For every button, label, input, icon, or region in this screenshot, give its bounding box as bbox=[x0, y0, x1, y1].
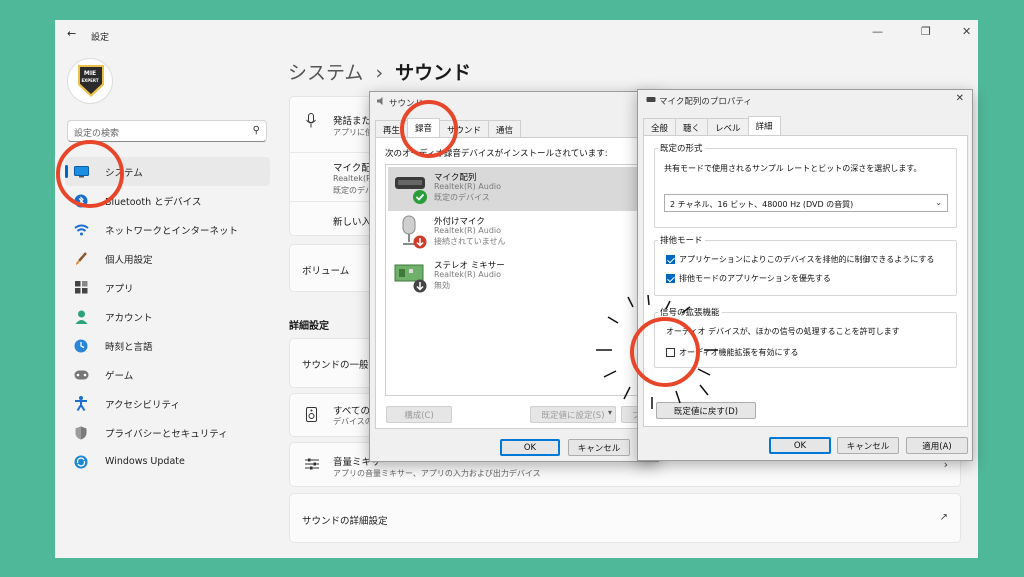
properties-dialog-title: マイク配列のプロパティ bbox=[659, 97, 752, 107]
configure-button[interactable]: 構成(C) bbox=[386, 406, 452, 423]
gamepad-icon bbox=[73, 367, 89, 383]
highlight-circle-system bbox=[56, 140, 124, 208]
microphone-icon bbox=[306, 113, 316, 131]
accessibility-icon bbox=[73, 396, 89, 412]
tab-general[interactable]: 全般 bbox=[643, 118, 677, 135]
ok-button[interactable]: OK bbox=[500, 439, 560, 456]
section-title: 詳細設定 bbox=[289, 321, 329, 332]
maximize-icon[interactable]: ❐ bbox=[921, 25, 931, 38]
cancel-button[interactable]: キャンセル bbox=[568, 439, 630, 456]
exclusive-priority-checkbox[interactable] bbox=[666, 274, 675, 283]
close-icon[interactable]: ✕ bbox=[962, 25, 971, 38]
sidebar-item-personalization[interactable]: 個人用設定 bbox=[65, 244, 270, 273]
minimize-icon[interactable]: — bbox=[872, 25, 883, 38]
exclusive-group bbox=[654, 240, 957, 296]
chevron-down-icon: ⌄ bbox=[935, 198, 942, 207]
tab-communications[interactable]: 通信 bbox=[488, 120, 522, 137]
external-mic-icon bbox=[394, 215, 427, 249]
title-bar: ← 設定 — ❐ ✕ bbox=[55, 20, 978, 50]
emphasis-rays-icon bbox=[596, 295, 718, 409]
stereo-mixer-icon bbox=[394, 259, 427, 293]
update-icon bbox=[73, 454, 89, 470]
tab-recording[interactable]: 録音 bbox=[407, 118, 441, 137]
avatar[interactable]: MIE EXPERT bbox=[67, 58, 113, 104]
close-icon[interactable]: ✕ bbox=[956, 93, 964, 104]
exclusive-group-label: 排他モード bbox=[658, 234, 705, 246]
ok-button[interactable]: OK bbox=[769, 437, 831, 454]
mic-array-device-icon bbox=[394, 171, 427, 204]
speech-input-title[interactable]: 発話また bbox=[333, 113, 371, 127]
back-arrow-icon[interactable]: ← bbox=[67, 27, 76, 40]
breadcrumb-current: サウンド bbox=[395, 62, 472, 84]
external-link-icon: ↗ bbox=[939, 512, 948, 523]
new-input-title[interactable]: 新しい入 bbox=[333, 214, 371, 228]
list-item[interactable]: ステレオ ミキサー Realtek(R) Audio 無効 bbox=[388, 255, 640, 299]
exclusive-option-2[interactable]: 排他モードのアプリケーションを優先する bbox=[666, 273, 831, 284]
breadcrumb-parent[interactable]: システム bbox=[288, 62, 363, 84]
mic-title-icon bbox=[646, 95, 656, 108]
format-description: 共有モードで使用されるサンプル レートとビットの深さを選択します。 bbox=[664, 164, 922, 173]
cancel-button[interactable]: キャンセル bbox=[837, 437, 899, 454]
mic-array-driver: Realtek(R bbox=[333, 174, 372, 183]
brush-icon bbox=[73, 251, 89, 267]
apply-button[interactable]: 適用(A) bbox=[906, 437, 968, 454]
format-group-label: 既定の形式 bbox=[658, 142, 705, 154]
shield-icon bbox=[73, 425, 89, 441]
wifi-icon bbox=[73, 222, 89, 238]
apps-icon bbox=[73, 280, 89, 296]
window-title: 設定 bbox=[91, 33, 110, 43]
format-select[interactable]: 2 チャネル、16 ビット、48000 Hz (DVD の音質) ⌄ bbox=[664, 194, 948, 212]
sidebar-item-windows-update[interactable]: Windows Update bbox=[65, 447, 270, 476]
sidebar-item-apps[interactable]: アプリ bbox=[65, 273, 270, 302]
sidebar-item-time-language[interactable]: 時刻と言語 bbox=[65, 331, 270, 360]
advanced-sound-row[interactable]: サウンドの詳細設定 ↗ bbox=[289, 493, 961, 543]
globe-clock-icon bbox=[73, 338, 89, 354]
sidebar-item-privacy[interactable]: プライバシーとセキュリティ bbox=[65, 418, 270, 447]
search-icon: ⚲ bbox=[252, 125, 260, 136]
sidebar-item-accessibility[interactable]: アクセシビリティ bbox=[65, 389, 270, 418]
tab-advanced[interactable]: 詳細 bbox=[747, 116, 781, 135]
search-input[interactable]: 設定の検索 ⚲ bbox=[67, 120, 267, 142]
format-group bbox=[654, 148, 957, 228]
exclusive-control-checkbox[interactable] bbox=[666, 255, 675, 264]
mixer-icon bbox=[305, 457, 319, 474]
page-title: システム › サウンド bbox=[288, 58, 471, 85]
mic-array-status: 既定のデバ bbox=[333, 186, 373, 195]
speaker-icon bbox=[306, 407, 317, 425]
speaker-title-icon bbox=[376, 96, 386, 109]
sidebar-item-accounts[interactable]: アカウント bbox=[65, 302, 270, 331]
sidebar-item-gaming[interactable]: ゲーム bbox=[65, 360, 270, 389]
exclusive-option-1[interactable]: アプリケーションによりこのデバイスを排他的に制御できるようにする bbox=[666, 254, 934, 265]
logo-text: MIE EXPERT bbox=[81, 70, 99, 83]
speech-input-sub: アプリに使 bbox=[333, 128, 373, 137]
sidebar-item-network[interactable]: ネットワークとインターネット bbox=[65, 215, 270, 244]
tab-listen[interactable]: 聴く bbox=[675, 118, 709, 135]
tab-levels[interactable]: レベル bbox=[707, 118, 749, 135]
properties-tabs: 全般 聴く レベル 詳細 bbox=[643, 116, 781, 135]
breadcrumb-separator: › bbox=[375, 62, 384, 84]
list-item[interactable]: 外付けマイク Realtek(R) Audio 接続されていません bbox=[388, 211, 640, 255]
list-item[interactable]: マイク配列 Realtek(R) Audio 既定のデバイス bbox=[388, 167, 640, 211]
person-icon bbox=[73, 309, 89, 325]
